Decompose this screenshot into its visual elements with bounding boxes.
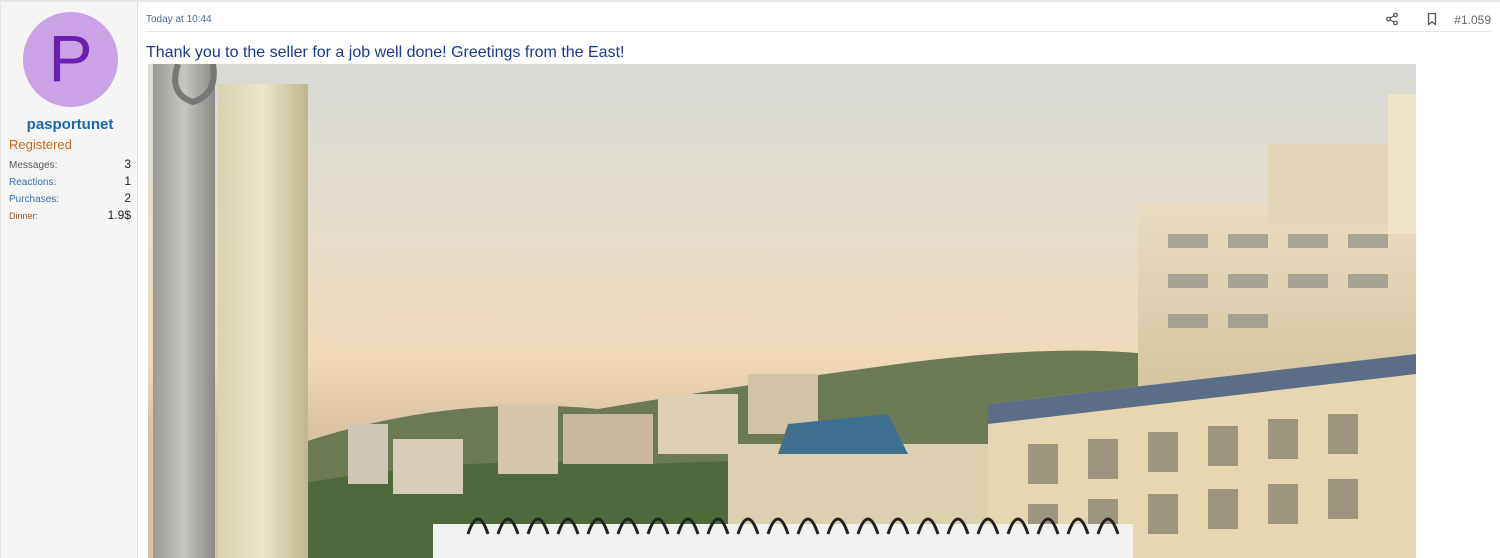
stat-value-messages: 3	[124, 157, 131, 171]
forum-post: P pasportunet Registered Messages: 3 Rea…	[0, 0, 1500, 558]
user-stats: Messages: 3 Reactions: 1 Purchases: 2 Di…	[7, 157, 131, 225]
user-panel: P pasportunet Registered Messages: 3 Rea…	[0, 2, 138, 558]
post-timestamp[interactable]: Today at 10:44	[146, 14, 212, 25]
avatar-letter: P	[48, 20, 93, 95]
stat-label-purchases[interactable]: Purchases:	[7, 194, 59, 205]
stat-dinner: Dinner: 1.9$	[7, 208, 131, 225]
post-number-link[interactable]: #1.059	[1454, 13, 1491, 27]
user-title: Registered	[9, 137, 72, 152]
bookmark-icon[interactable]	[1425, 12, 1439, 26]
stat-purchases: Purchases: 2	[7, 191, 131, 208]
post-message: Thank you to the seller for a job well d…	[146, 44, 625, 61]
stat-label-dinner: Dinner:	[9, 211, 39, 221]
stat-messages: Messages: 3	[7, 157, 131, 174]
stat-value-reactions: 1	[124, 174, 131, 188]
stat-label-reactions[interactable]: Reactions:	[7, 177, 56, 188]
post-content: Today at 10:44 #1.059 Thank you to the s…	[138, 2, 1500, 558]
post-meta-bar: Today at 10:44 #1.059	[146, 8, 1491, 32]
stat-value-purchases: 2	[124, 191, 131, 205]
avatar[interactable]: P	[23, 12, 118, 107]
stat-value-dinner: 1.9$	[107, 208, 131, 222]
share-icon[interactable]	[1385, 12, 1399, 26]
username-link[interactable]: pasportunet	[1, 116, 139, 133]
stat-label-messages: Messages:	[9, 160, 58, 171]
post-photo[interactable]	[148, 64, 1416, 558]
stat-reactions: Reactions: 1	[7, 174, 131, 191]
